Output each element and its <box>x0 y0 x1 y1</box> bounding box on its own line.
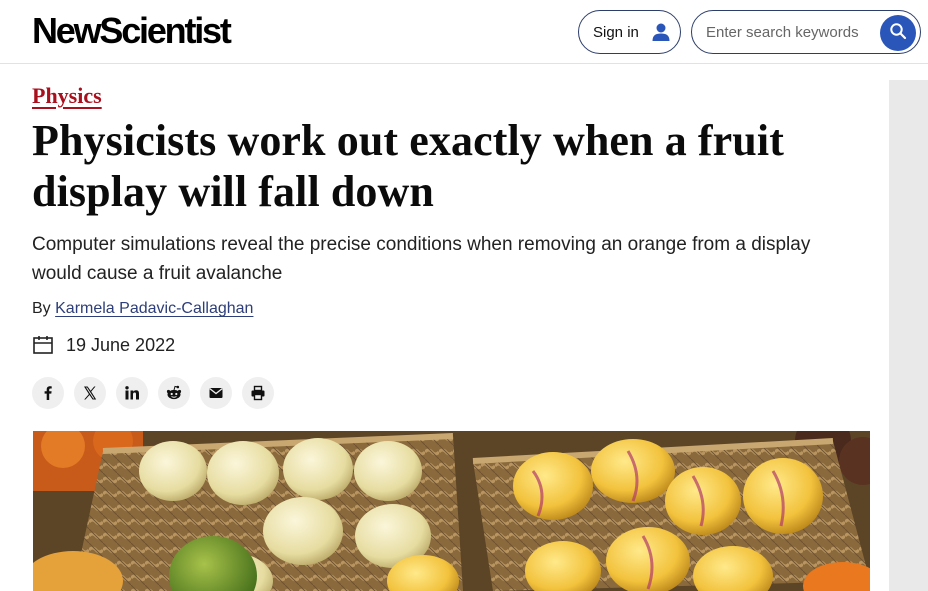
sidebar-ad-placeholder <box>889 80 928 591</box>
site-logo[interactable]: NewScientist <box>32 9 232 53</box>
article-hero-image <box>33 431 870 591</box>
print-icon <box>250 385 266 401</box>
fruit-display-illustration <box>33 431 870 591</box>
email-icon <box>208 385 224 401</box>
facebook-icon <box>40 385 56 401</box>
search-input[interactable] <box>706 21 876 43</box>
reddit-icon <box>165 384 183 402</box>
user-icon <box>651 22 671 42</box>
site-header: NewScientist Sign in <box>0 0 928 64</box>
x-icon <box>82 385 98 401</box>
share-linkedin-button[interactable] <box>116 377 148 409</box>
share-facebook-button[interactable] <box>32 377 64 409</box>
byline: By Karmela Padavic-Callaghan <box>32 300 253 318</box>
share-reddit-button[interactable] <box>158 377 190 409</box>
author-link[interactable]: Karmela Padavic-Callaghan <box>55 300 253 317</box>
category-link[interactable]: Physics <box>32 83 102 109</box>
share-bar <box>32 377 274 409</box>
calendar-icon <box>32 334 54 356</box>
article-headline: Physicists work out exactly when a fruit… <box>32 116 784 216</box>
search-icon <box>889 22 907 45</box>
linkedin-icon <box>124 385 140 401</box>
search-box <box>691 10 921 54</box>
share-email-button[interactable] <box>200 377 232 409</box>
print-button[interactable] <box>242 377 274 409</box>
sign-in-label: Sign in <box>593 23 639 41</box>
article-standfirst: Computer simulations reveal the precise … <box>32 234 811 284</box>
share-x-button[interactable] <box>74 377 106 409</box>
publish-date: 19 June 2022 <box>32 334 175 356</box>
date-text: 19 June 2022 <box>66 334 176 355</box>
sign-in-button[interactable]: Sign in <box>578 10 681 54</box>
byline-prefix: By <box>32 300 56 317</box>
search-button[interactable] <box>880 15 916 51</box>
